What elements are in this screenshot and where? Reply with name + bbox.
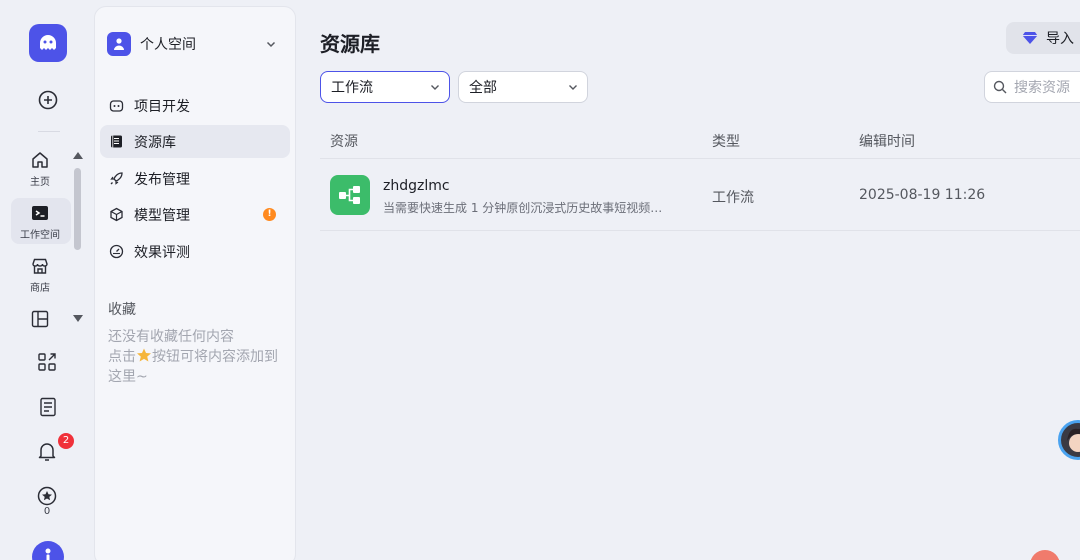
docs-button[interactable] [38, 397, 58, 417]
book-icon [108, 134, 124, 150]
app-logo[interactable] [29, 24, 67, 62]
favorites-empty-line1: 还没有收藏任何内容 [108, 329, 234, 345]
favorites-empty-prefix: 点击 [108, 349, 136, 365]
scope-filter-value: 全部 [469, 80, 497, 96]
user-icon [45, 548, 51, 560]
resource-edited-time: 2025-08-19 11:26 [859, 187, 986, 203]
alert-dot: ! [263, 208, 276, 221]
document-icon [40, 397, 56, 417]
main-content: 资源库 导入 工作流 全部 搜索资源 资源 类型 编辑时间 zhdgzlmc 当… [296, 0, 1080, 560]
chevron-down-icon [266, 41, 276, 48]
nav-project-dev[interactable]: 项目开发 [100, 89, 290, 122]
rail-store-label: 商店 [30, 283, 50, 294]
space-selector[interactable]: 个人空间 [107, 31, 285, 57]
store-icon [32, 258, 48, 274]
notification-badge: 2 [58, 433, 74, 449]
favorites-empty-line2: 点击 按钮可将内容添加到 [108, 347, 290, 367]
import-button[interactable]: 导入 [1006, 22, 1080, 54]
resource-description: 当需要快速生成 1 分钟原创沉浸式历史故事短视频… [383, 201, 663, 215]
layout-button[interactable] [30, 309, 50, 329]
resource-type: 工作流 [712, 190, 754, 206]
notifications-button[interactable] [37, 441, 57, 463]
bot-icon [108, 98, 124, 114]
nav-evaluation[interactable]: 效果评测 [100, 235, 290, 268]
home-icon [32, 152, 48, 168]
favorites-empty-line3: 这里~ [108, 369, 148, 385]
rail-home-label: 主页 [30, 177, 50, 188]
column-header-resource[interactable]: 资源 [330, 131, 358, 151]
resource-name[interactable]: zhdgzlmc [383, 178, 450, 194]
rail-favorites[interactable]: 0 [0, 486, 94, 517]
rail-store[interactable]: 商店 [0, 256, 80, 294]
star-circle-icon [37, 486, 57, 506]
chevron-down-icon [431, 85, 439, 90]
search-placeholder: 搜索资源 [1014, 80, 1070, 96]
workspace-sidebar: 个人空间 项目开发 资源库 发布管理 模型管理 ! 效果评测 收藏 还没有收藏任… [94, 6, 296, 560]
terminal-icon [32, 206, 48, 220]
chevron-down-icon [569, 85, 577, 90]
favorites-empty-text: 还没有收藏任何内容 点击 按钮可将内容添加到 这里~ [108, 327, 290, 387]
column-header-type[interactable]: 类型 [712, 131, 740, 151]
rail-scroll-down-arrow[interactable] [73, 315, 83, 322]
nav-publish[interactable]: 发布管理 [100, 162, 290, 195]
layout-icon [31, 310, 49, 328]
nav-label: 项目开发 [134, 98, 190, 115]
apps-grid-icon [38, 353, 56, 371]
nav-label: 发布管理 [134, 171, 190, 188]
nav-label: 效果评测 [134, 244, 190, 261]
space-name: 个人空间 [140, 37, 196, 53]
diamond-icon [1022, 32, 1038, 44]
import-label: 导入 [1046, 31, 1074, 47]
column-header-edited[interactable]: 编辑时间 [859, 131, 915, 151]
bell-icon [38, 443, 56, 461]
favorites-title: 收藏 [108, 302, 136, 318]
cube-icon [108, 207, 124, 223]
page-title: 资源库 [320, 32, 380, 56]
star-icon [137, 348, 151, 362]
workflow-icon [330, 175, 370, 215]
user-avatar[interactable] [32, 541, 64, 560]
nav-model-management[interactable]: 模型管理 ! [100, 198, 290, 231]
person-icon [114, 38, 124, 50]
rail-workspace[interactable]: 工作空间 [0, 203, 80, 241]
apps-button[interactable] [37, 352, 57, 372]
favorites-empty-suffix: 按钮可将内容添加到 [152, 349, 278, 365]
create-button[interactable] [37, 89, 59, 111]
type-filter-value: 工作流 [331, 80, 373, 96]
type-filter-select[interactable]: 工作流 [320, 71, 450, 103]
rocket-icon [108, 171, 124, 187]
rail-workspace-label: 工作空间 [20, 230, 60, 241]
left-rail: 主页 工作空间 商店 2 0 [0, 0, 94, 560]
nav-label: 资源库 [134, 134, 176, 151]
favorites-count: 0 [43, 506, 51, 517]
search-input[interactable]: 搜索资源 [984, 71, 1080, 103]
nav-resource-library[interactable]: 资源库 [100, 125, 290, 158]
plus-circle-icon [38, 90, 58, 110]
nav-label: 模型管理 [134, 207, 190, 224]
rail-divider [38, 131, 60, 132]
table-row[interactable]: zhdgzlmc 当需要快速生成 1 分钟原创沉浸式历史故事短视频… 工作流 2… [320, 159, 1080, 231]
scope-filter-select[interactable]: 全部 [458, 71, 588, 103]
logo-icon [40, 35, 56, 50]
gauge-icon [108, 244, 124, 260]
search-icon [993, 80, 1007, 94]
space-avatar [107, 32, 131, 56]
rail-home[interactable]: 主页 [0, 150, 80, 188]
